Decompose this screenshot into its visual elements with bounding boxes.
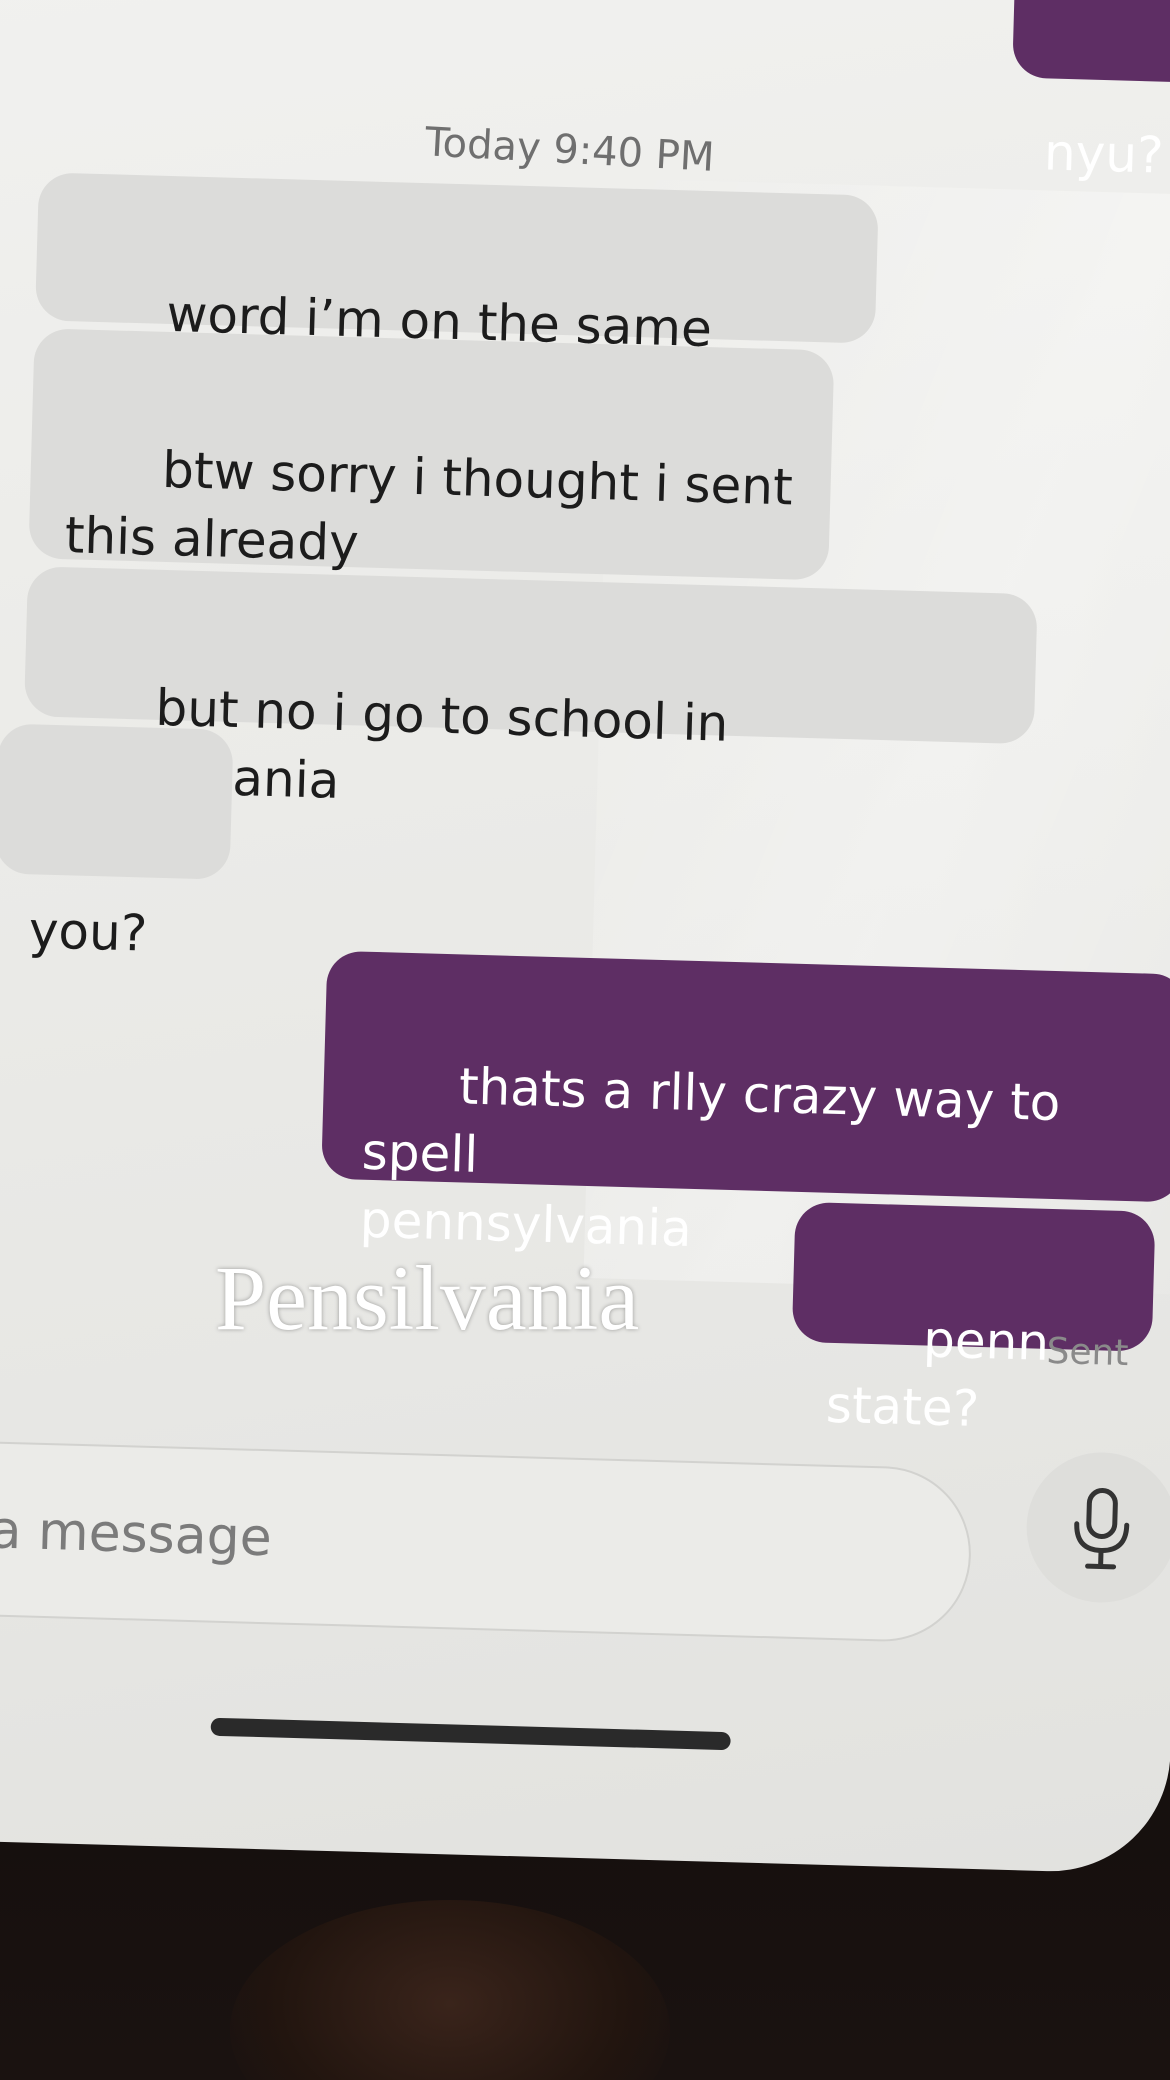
outgoing-message-prev[interactable]: nyu? — [1012, 0, 1170, 185]
message-composer[interactable] — [0, 1438, 974, 1644]
message-input[interactable] — [0, 1494, 739, 1587]
incoming-message-1[interactable]: word i’m on the same page — [34, 172, 879, 412]
outgoing-message-1[interactable]: thats a rlly crazy way to spell pennsylv… — [321, 950, 1170, 1258]
message-text: you? — [28, 901, 149, 963]
finger-shadow — [230, 1900, 670, 2080]
story-caption-text: Pensilvania — [215, 1247, 640, 1349]
incoming-message-3[interactable]: but no i go to school in Pensilvania — [23, 566, 1038, 810]
microphone-icon — [1074, 1487, 1130, 1570]
chat-screen: nyu? Today 9:40 PM word i’m on the same … — [0, 0, 1170, 1875]
message-text: nyu? — [1043, 123, 1165, 185]
mic-button[interactable] — [1024, 1450, 1170, 1605]
message-text: penn state? — [825, 1310, 1066, 1439]
message-timestamp: Today 9:40 PM — [423, 119, 716, 181]
message-text: btw sorry i thought i sent this already — [64, 440, 794, 573]
home-indicator[interactable] — [210, 1717, 731, 1751]
outgoing-message-2[interactable]: penn state? — [791, 1201, 1156, 1438]
incoming-message-4[interactable]: you? — [0, 723, 234, 963]
photo-frame: nyu? Today 9:40 PM word i’m on the same … — [0, 0, 1170, 2080]
incoming-message-2[interactable]: btw sorry i thought i sent this already — [28, 328, 835, 581]
delivery-status: Sent — [1046, 1330, 1130, 1375]
